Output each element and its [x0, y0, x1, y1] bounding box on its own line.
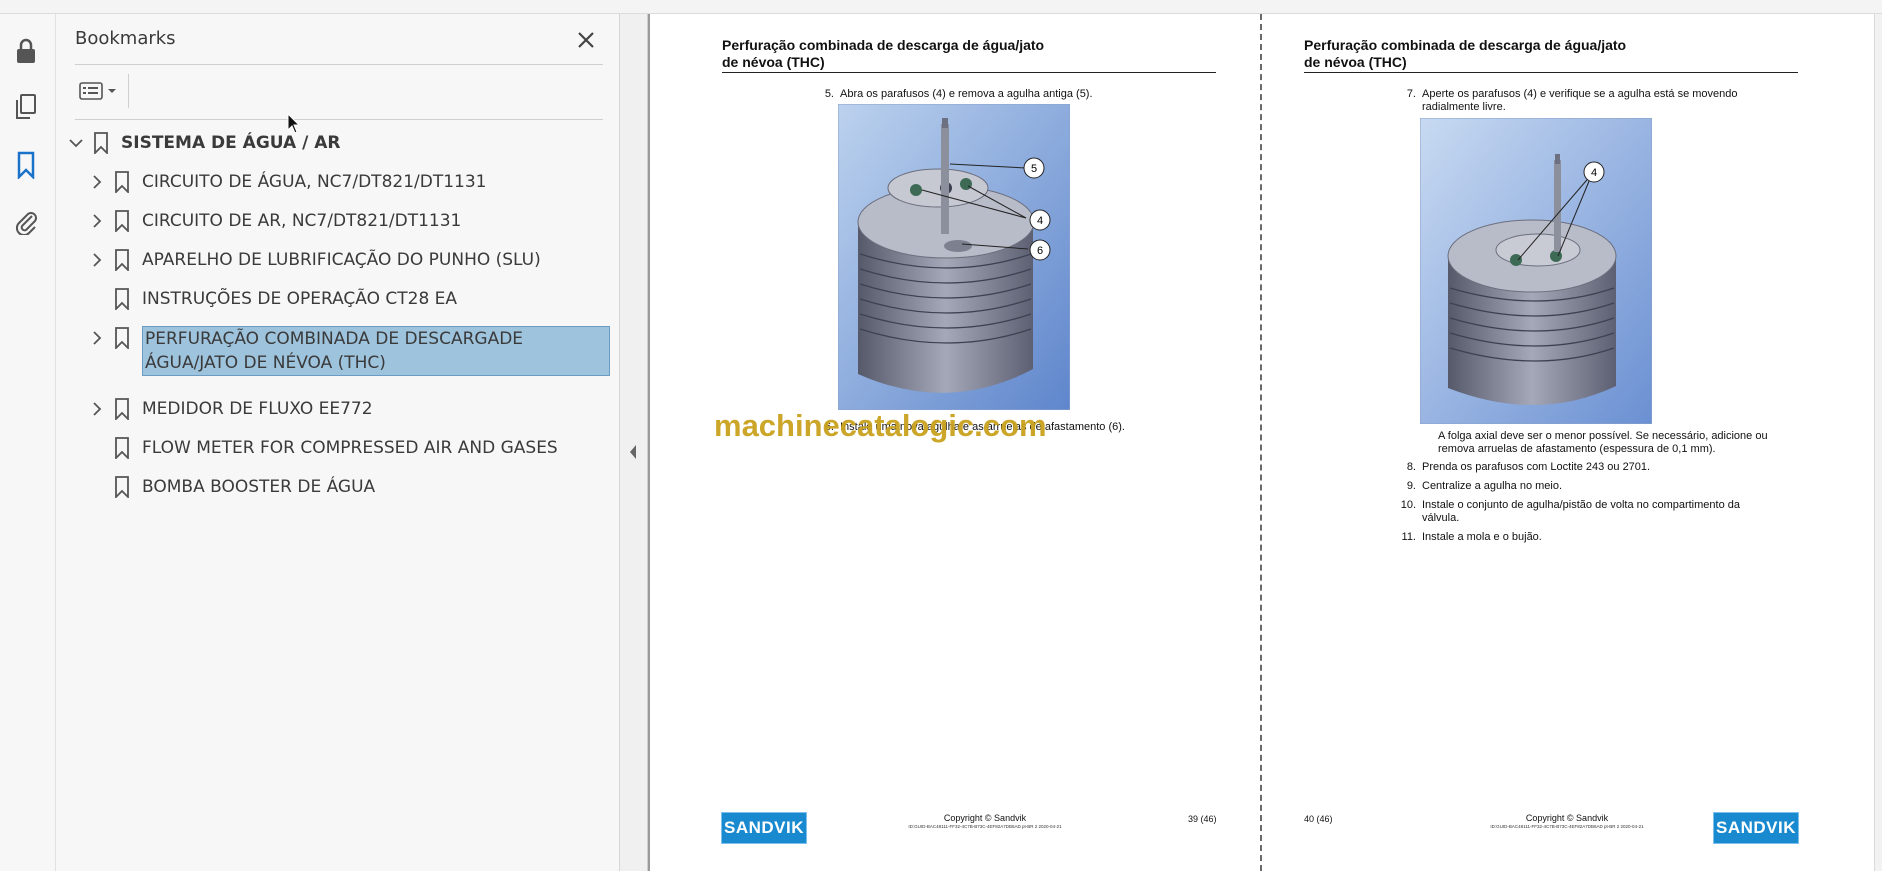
bookmark-label: MEDIDOR DE FLUXO EE772 — [142, 399, 373, 419]
bookmarks-panel: Bookmarks SISTEMA DE ÁGUA / AR CIRCUITO … — [56, 14, 620, 871]
bookmark-item[interactable]: INSTRUÇÕES DE OPERAÇÃO CT28 EA — [86, 287, 457, 311]
step-10: 10. Instale o conjunto de agulha/pistão d… — [1400, 499, 1740, 524]
step-8: 8. Prenda os parafusos com Loctite 243 ou… — [1406, 461, 1651, 473]
bookmark-options-button[interactable] — [75, 78, 123, 104]
bookmark-item[interactable]: CIRCUITO DE ÁGUA, NC7/DT821/DT1131 — [86, 170, 486, 194]
page-heading: Perfuração combinada de descarga de água… — [1304, 37, 1627, 70]
step-5: 5. Abra os parafusos (4) e remova a agulh… — [824, 88, 1093, 100]
bookmark-icon — [108, 248, 136, 272]
heading-rule — [1304, 72, 1798, 73]
tool-rail — [0, 14, 56, 871]
chevron-down-icon[interactable] — [65, 131, 87, 155]
list-options-icon — [79, 82, 103, 100]
figure-needle-installed: 4 — [1419, 117, 1653, 425]
attachment-icon[interactable] — [11, 206, 41, 236]
bookmark-icon — [108, 326, 136, 350]
close-panel-button[interactable] — [572, 26, 600, 54]
close-icon — [578, 32, 594, 48]
bookmark-item[interactable]: MEDIDOR DE FLUXO EE772 — [86, 397, 373, 421]
bookmark-item[interactable]: BOMBA BOOSTER DE ÁGUA — [86, 475, 375, 499]
chevron-down-icon — [108, 89, 116, 93]
copyright: Copyright © Sandvik — [943, 813, 1027, 823]
step-7: 7. Aperte os parafusos (4) e verifique se… — [1406, 88, 1738, 113]
chevron-right-icon[interactable] — [86, 326, 108, 350]
mouse-cursor-icon — [287, 112, 301, 140]
bookmark-item-selected[interactable]: PERFURAÇÃO COMBINADA DE DESCARGADE ÁGUA/… — [86, 326, 610, 376]
bookmark-icon — [108, 397, 136, 421]
divider — [75, 64, 603, 65]
vertical-scrollbar[interactable] — [1874, 14, 1882, 871]
callout-5: 5 — [1031, 163, 1037, 175]
figure-remove-needle: 5 4 6 — [837, 103, 1071, 411]
bookmark-panel-icon[interactable] — [11, 150, 41, 180]
divider — [75, 119, 603, 120]
bookmark-item[interactable]: APARELHO DE LUBRIFICAÇÃO DO PUNHO (SLU) — [86, 248, 541, 272]
bookmark-label: FLOW METER FOR COMPRESSED AIR AND GASES — [142, 438, 558, 458]
lock-icon[interactable] — [11, 36, 41, 66]
callout-4: 4 — [1591, 167, 1597, 179]
bookmark-icon — [108, 436, 136, 460]
heading-rule — [722, 72, 1216, 73]
callout-4: 4 — [1037, 215, 1043, 227]
toolbar-separator — [128, 74, 129, 108]
bookmark-label: CIRCUITO DE ÁGUA, NC7/DT821/DT1131 — [142, 172, 487, 192]
panel-collapse-handle[interactable] — [620, 14, 648, 871]
bookmark-label: APARELHO DE LUBRIFICAÇÃO DO PUNHO (SLU) — [142, 250, 541, 270]
bookmark-icon — [108, 475, 136, 499]
callout-6: 6 — [1037, 245, 1043, 257]
bookmark-label: CIRCUITO DE AR, NC7/DT821/DT1131 — [142, 211, 462, 231]
bookmark-item[interactable]: FLOW METER FOR COMPRESSED AIR AND GASES — [86, 436, 558, 460]
bookmark-icon — [108, 209, 136, 233]
chevron-right-icon[interactable] — [86, 170, 108, 194]
bookmark-label: BOMBA BOOSTER DE ÁGUA — [142, 477, 376, 497]
sandvik-logo: SANDVIK — [1713, 812, 1799, 844]
sandvik-logo: SANDVIK — [721, 812, 807, 844]
chevron-right-icon[interactable] — [86, 397, 108, 421]
copyright: Copyright © Sandvik — [1525, 813, 1609, 823]
page-separator — [1260, 14, 1262, 871]
bookmark-icon — [108, 287, 136, 311]
bookmark-label: SISTEMA DE ÁGUA / AR — [121, 133, 341, 153]
panel-title: Bookmarks — [75, 28, 176, 49]
page-number: 39 (46) — [1188, 814, 1217, 824]
chevron-right-icon[interactable] — [86, 209, 108, 233]
step-11: 11. Instale a mola e o bujão. — [1401, 531, 1542, 543]
page-number: 40 (46) — [1304, 814, 1333, 824]
step-9: 9. Centralize a agulha no meio. — [1406, 480, 1563, 492]
bookmark-icon — [108, 170, 136, 194]
pdf-viewer-window: Bookmarks SISTEMA DE ÁGUA / AR CIRCUITO … — [0, 0, 1882, 871]
chevron-right-icon[interactable] — [86, 248, 108, 272]
top-toolbar-edge — [0, 0, 1882, 14]
bookmark-icon — [87, 131, 115, 155]
bookmark-label: PERFURAÇÃO COMBINADA DE DESCARGADE ÁGUA/… — [142, 326, 610, 376]
pages-thumbnail-icon[interactable] — [11, 92, 41, 122]
doc-id: ID:GUID-BAC48111-FF32-4C7B-B73C-4EF82A7D… — [1490, 824, 1644, 829]
page-heading: Perfuração combinada de descarga de água… — [722, 37, 1045, 70]
axial-gap-note: A folga axial deve ser o menor possível.… — [1438, 430, 1768, 455]
bookmark-label: INSTRUÇÕES DE OPERAÇÃO CT28 EA — [142, 289, 458, 309]
page-edge — [648, 14, 650, 871]
doc-id: ID:GUID-BAC48111-FF32-4C7B-B73C-4EF82A7D… — [908, 824, 1062, 829]
watermark: machinecatalogic.com — [714, 408, 1047, 443]
chevron-left-icon — [628, 444, 638, 465]
bookmark-item[interactable]: CIRCUITO DE AR, NC7/DT821/DT1131 — [86, 209, 461, 233]
